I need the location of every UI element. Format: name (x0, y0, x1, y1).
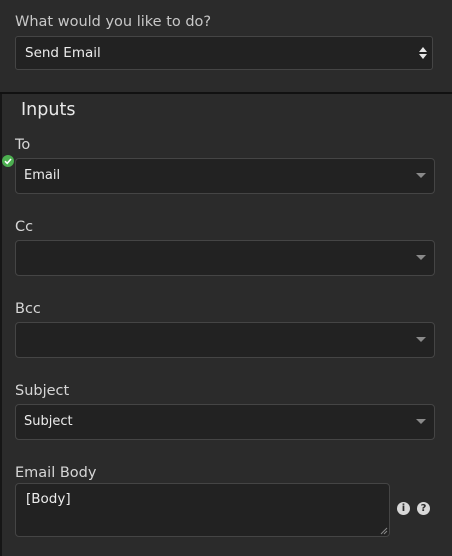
chevron-down-icon (416, 255, 426, 260)
chevron-down-icon (416, 173, 426, 178)
resize-handle-icon[interactable] (380, 527, 388, 535)
subject-select[interactable]: Subject (15, 404, 435, 440)
send-email-panel: What would you like to do? Send Email In… (0, 0, 452, 556)
action-select-value: Send Email (25, 45, 101, 61)
info-icon[interactable]: i (397, 502, 410, 515)
inputs-section-title: Inputs (21, 100, 76, 120)
to-label: To (15, 137, 31, 153)
email-body-textarea[interactable]: [Body] (15, 483, 390, 537)
help-icon[interactable]: ? (417, 502, 430, 515)
to-select-value: Email (24, 168, 61, 183)
bcc-label: Bcc (15, 301, 41, 317)
section-divider (0, 92, 452, 94)
action-select[interactable]: Send Email (15, 36, 433, 70)
cc-select[interactable] (15, 240, 435, 276)
chevron-down-icon (416, 419, 426, 424)
email-body-label: Email Body (15, 465, 97, 481)
to-select[interactable]: Email (15, 158, 435, 194)
action-question: What would you like to do? (15, 14, 212, 30)
subject-label: Subject (15, 383, 70, 399)
up-down-arrows-icon (419, 47, 427, 59)
subject-select-value: Subject (24, 414, 73, 429)
chevron-down-icon (416, 337, 426, 342)
email-body-value: [Body] (26, 491, 71, 507)
check-circle-icon (2, 155, 14, 167)
bcc-select[interactable] (15, 322, 435, 358)
cc-label: Cc (15, 219, 34, 235)
